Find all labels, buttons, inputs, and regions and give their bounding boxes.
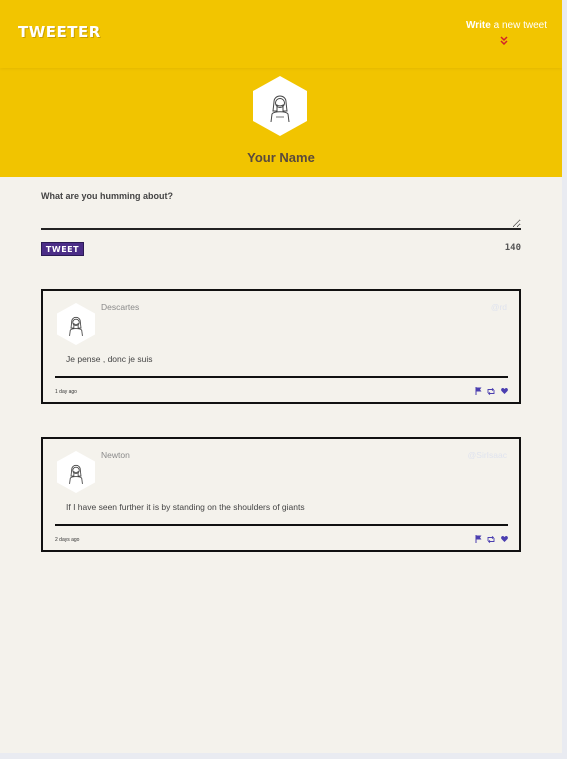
tweet-actions bbox=[474, 535, 508, 543]
tweet-card: Newton @SirIsaac If I have seen further … bbox=[41, 437, 521, 552]
tweet-divider bbox=[55, 376, 508, 378]
write-link-rest: a new tweet bbox=[490, 20, 547, 31]
tweet-time: 1 day ago bbox=[55, 389, 77, 395]
retweet-icon[interactable] bbox=[487, 535, 495, 543]
person-avatar-icon bbox=[69, 464, 83, 484]
write-link-bold: Write bbox=[466, 20, 491, 31]
tweet-input[interactable] bbox=[41, 206, 521, 230]
tweet-handle: @SirIsaac bbox=[467, 450, 507, 460]
tweet-author: Descartes bbox=[101, 302, 140, 312]
page: TWEETER Write a new tweet Your Name What… bbox=[0, 0, 562, 753]
retweet-icon[interactable] bbox=[487, 387, 495, 395]
logo[interactable]: TWEETER bbox=[18, 23, 101, 41]
profile-name: Your Name bbox=[247, 150, 315, 165]
tweet-content: If I have seen further it is by standing… bbox=[66, 502, 305, 512]
person-avatar-icon bbox=[270, 95, 290, 123]
compose-label: What are you humming about? bbox=[41, 191, 173, 201]
tweet-avatar bbox=[57, 303, 95, 345]
header: TWEETER Write a new tweet Your Name bbox=[0, 0, 562, 177]
chevron-double-down-icon[interactable] bbox=[500, 36, 508, 47]
write-new-tweet-link[interactable]: Write a new tweet bbox=[466, 20, 547, 31]
profile-avatar bbox=[253, 76, 307, 136]
flag-icon[interactable] bbox=[474, 535, 482, 543]
tweet-handle: @rd bbox=[490, 302, 507, 312]
tweet-divider bbox=[55, 524, 508, 526]
top-nav: TWEETER Write a new tweet bbox=[0, 0, 562, 68]
tweet-card: Descartes @rd Je pense , donc je suis 1 … bbox=[41, 289, 521, 404]
tweet-actions bbox=[474, 387, 508, 395]
tweet-content: Je pense , donc je suis bbox=[66, 354, 153, 364]
tweet-author: Newton bbox=[101, 450, 130, 460]
heart-icon[interactable] bbox=[500, 535, 508, 543]
tweet-time: 2 days ago bbox=[55, 537, 80, 543]
heart-icon[interactable] bbox=[500, 387, 508, 395]
tweet-button[interactable]: TWEET bbox=[41, 242, 84, 256]
person-avatar-icon bbox=[69, 316, 83, 336]
tweet-avatar bbox=[57, 451, 95, 493]
char-count: 140 bbox=[504, 243, 521, 253]
flag-icon[interactable] bbox=[474, 387, 482, 395]
